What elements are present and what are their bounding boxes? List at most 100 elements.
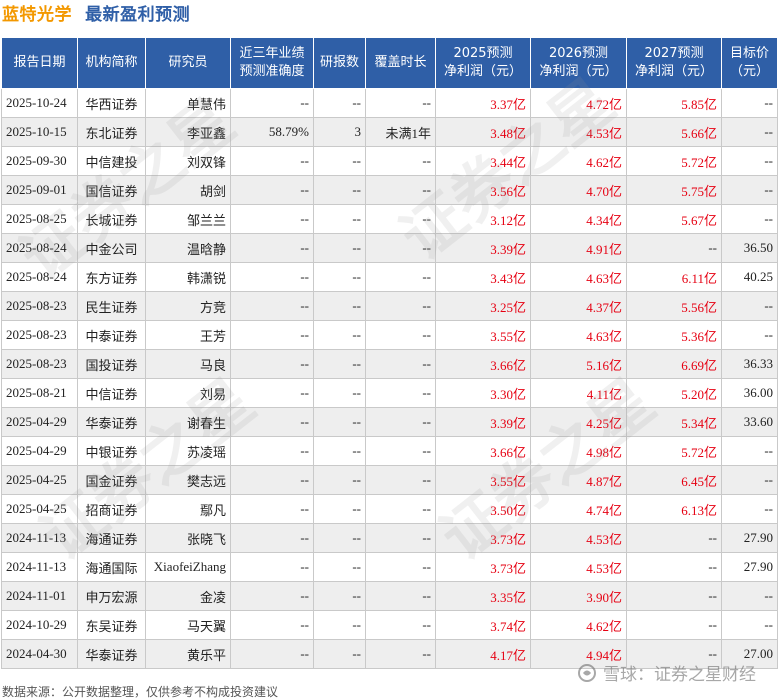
column-header-line: 覆盖时长 (374, 55, 427, 70)
institution-cell: 申万宏源 (77, 581, 146, 611)
column-header: 覆盖时长 (365, 37, 436, 89)
column-header-line: 净利润（元） (443, 64, 522, 79)
forecast-2025-cell: 3.43亿 (435, 262, 531, 292)
accuracy-cell: -- (230, 204, 314, 234)
forecast-2027-cell: 5.67亿 (626, 204, 722, 234)
target-price-cell: -- (721, 320, 778, 350)
accuracy-cell: -- (230, 523, 314, 553)
company-name: 蓝特光学 (2, 5, 72, 25)
forecast-2027-cell: -- (626, 581, 722, 611)
table-row: 2024-11-01 申万宏源 金凌 -- -- -- 3.35亿 3.90亿 -- -- (1, 581, 778, 611)
report-count-cell: -- (313, 610, 366, 640)
forecast-2026-cell: 5.16亿 (530, 349, 627, 379)
coverage-cell: -- (365, 523, 436, 553)
column-header-line: 净利润（元） (539, 64, 618, 79)
forecast-2027-cell: 5.75亿 (626, 175, 722, 205)
report-date-cell: 2025-10-15 (1, 117, 78, 147)
forecast-2025-cell: 3.66亿 (435, 349, 531, 379)
institution-cell: 国信证券 (77, 175, 146, 205)
coverage-cell: -- (365, 552, 436, 582)
forecast-2025-cell: 3.55亿 (435, 465, 531, 495)
target-price-cell: 36.33 (721, 349, 778, 379)
table-row: 2025-04-29 中银证券 苏凌瑶 -- -- -- 3.66亿 4.98亿 5.72亿 -- (1, 436, 778, 466)
forecast-2027-cell: 6.45亿 (626, 465, 722, 495)
forecast-2026-cell: 4.53亿 (530, 552, 627, 582)
target-price-cell: 33.60 (721, 407, 778, 437)
table-row: 2025-09-30 中信建投 刘双锋 -- -- -- 3.44亿 4.62亿 5.72亿 -- (1, 146, 778, 176)
analyst-cell: 邹兰兰 (145, 204, 231, 234)
institution-cell: 东吴证券 (77, 610, 146, 640)
forecast-2025-cell: 3.39亿 (435, 233, 531, 263)
report-count-cell: -- (313, 465, 366, 495)
column-header-line: 近三年业绩 (239, 46, 305, 61)
forecast-2026-cell: 4.63亿 (530, 262, 627, 292)
report-date-cell: 2025-09-30 (1, 146, 78, 176)
institution-cell: 海通证券 (77, 523, 146, 553)
forecast-2027-cell: 5.85亿 (626, 88, 722, 118)
accuracy-cell: -- (230, 610, 314, 640)
analyst-cell: 单慧伟 (145, 88, 231, 118)
forecast-table: 报告日期 机构简称 研究员 近三年业绩 预测准确度 研报数 覆盖时长 2025预测 净利润（元）… (1, 37, 778, 669)
forecast-2025-cell: 3.66亿 (435, 436, 531, 466)
coverage-cell: -- (365, 407, 436, 437)
target-price-cell: -- (721, 117, 778, 147)
institution-cell: 长城证券 (77, 204, 146, 234)
table-row: 2025-08-25 长城证券 邹兰兰 -- -- -- 3.12亿 4.34亿 5.67亿 -- (1, 204, 778, 234)
report-date-cell: 2025-08-23 (1, 349, 78, 379)
column-header: 2025预测 净利润（元） (435, 37, 531, 89)
institution-cell: 海通国际 (77, 552, 146, 582)
forecast-2025-cell: 3.30亿 (435, 378, 531, 408)
forecast-2027-cell: 6.69亿 (626, 349, 722, 379)
table-row: 2025-04-29 华泰证券 谢春生 -- -- -- 3.39亿 4.25亿 5.34亿 33… (1, 407, 778, 437)
column-header-line: 2025预测 (453, 46, 513, 61)
forecast-2026-cell: 4.63亿 (530, 320, 627, 350)
column-header: 近三年业绩 预测准确度 (230, 37, 314, 89)
report-count-cell: -- (313, 233, 366, 263)
coverage-cell: -- (365, 610, 436, 640)
report-count-cell: -- (313, 639, 366, 669)
table-row: 2025-08-21 中信证券 刘易 -- -- -- 3.30亿 4.11亿 5.20亿 36.… (1, 378, 778, 408)
forecast-2027-cell: -- (626, 552, 722, 582)
report-date-cell: 2025-08-23 (1, 291, 78, 321)
table-row: 2024-10-29 东吴证券 马天翼 -- -- -- 3.74亿 4.62亿 -- -- (1, 610, 778, 640)
forecast-2025-cell: 3.50亿 (435, 494, 531, 524)
report-date-cell: 2024-10-29 (1, 610, 78, 640)
data-source-note: 数据来源：公开数据整理，仅供参考不构成投资建议 (2, 685, 279, 699)
forecast-2026-cell: 4.98亿 (530, 436, 627, 466)
forecast-2027-cell: 6.11亿 (626, 262, 722, 292)
institution-cell: 中信建投 (77, 146, 146, 176)
report-count-cell: -- (313, 581, 366, 611)
analyst-cell: 胡剑 (145, 175, 231, 205)
forecast-2026-cell: 4.34亿 (530, 204, 627, 234)
table-row: 2025-04-25 国金证券 樊志远 -- -- -- 3.55亿 4.87亿 6.45亿 -- (1, 465, 778, 495)
column-header-line: （元） (729, 64, 769, 79)
analyst-cell: 金凌 (145, 581, 231, 611)
forecast-2027-cell: 5.36亿 (626, 320, 722, 350)
analyst-cell: 张晓飞 (145, 523, 231, 553)
forecast-2026-cell: 3.90亿 (530, 581, 627, 611)
column-header: 研究员 (145, 37, 231, 89)
accuracy-cell: -- (230, 436, 314, 466)
report-count-cell: -- (313, 175, 366, 205)
institution-cell: 华西证券 (77, 88, 146, 118)
target-price-cell: -- (721, 610, 778, 640)
report-count-cell: -- (313, 494, 366, 524)
forecast-2025-cell: 3.39亿 (435, 407, 531, 437)
column-header: 2027预测 净利润（元） (626, 37, 722, 89)
forecast-2027-cell: 5.66亿 (626, 117, 722, 147)
analyst-cell: 黄乐平 (145, 639, 231, 669)
accuracy-cell: -- (230, 320, 314, 350)
coverage-cell: -- (365, 88, 436, 118)
report-count-cell: -- (313, 204, 366, 234)
analyst-cell: 刘易 (145, 378, 231, 408)
analyst-cell: 温晗静 (145, 233, 231, 263)
forecast-2027-cell: 5.34亿 (626, 407, 722, 437)
target-price-cell: -- (721, 436, 778, 466)
forecast-2025-cell: 3.73亿 (435, 552, 531, 582)
report-count-cell: -- (313, 349, 366, 379)
section-title: 最新盈利预测 (85, 5, 191, 25)
coverage-cell: -- (365, 378, 436, 408)
forecast-2025-cell: 3.35亿 (435, 581, 531, 611)
forecast-2027-cell: 6.13亿 (626, 494, 722, 524)
report-date-cell: 2025-10-24 (1, 88, 78, 118)
